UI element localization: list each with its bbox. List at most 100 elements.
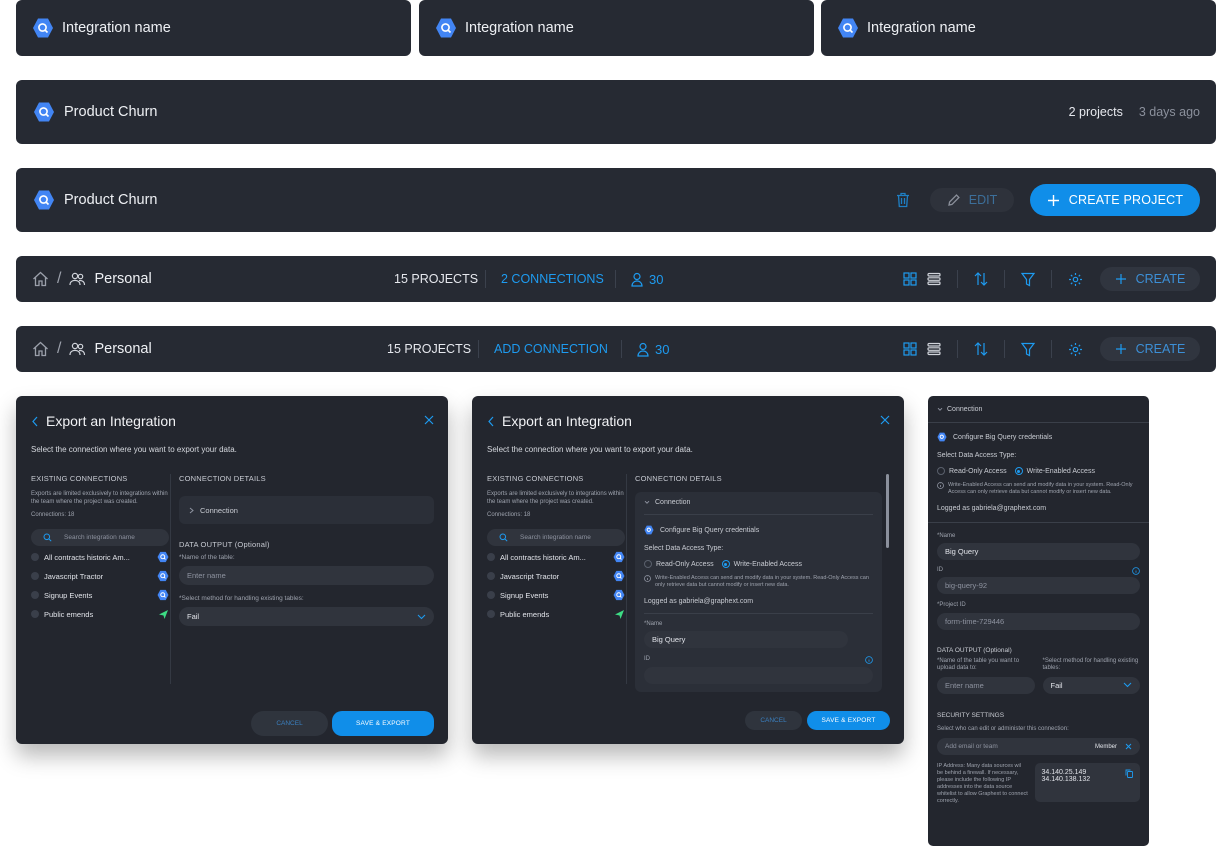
radio[interactable]	[31, 553, 39, 561]
grid-view-icon[interactable]	[903, 272, 917, 286]
members-number: 30	[655, 341, 670, 357]
divider	[928, 521, 1149, 523]
save-export-button[interactable]: SAVE & EXPORT	[807, 711, 890, 730]
radio[interactable]	[487, 572, 495, 580]
read-only-radio[interactable]	[937, 467, 945, 475]
radio[interactable]	[31, 610, 39, 618]
send-icon	[614, 609, 625, 620]
projects-count[interactable]: 15 PROJECTS	[394, 272, 478, 286]
connection-item[interactable]: Javascript Tractor	[31, 567, 169, 586]
integration-tile[interactable]: Integration name	[419, 0, 814, 56]
divider	[478, 340, 479, 358]
connection-item[interactable]: Public emends	[31, 605, 169, 624]
members-number: 30	[649, 271, 664, 287]
method-select[interactable]: Fail	[1042, 676, 1140, 694]
id-input[interactable]: big-query-92	[937, 577, 1140, 595]
project-title: Product Churn	[64, 104, 158, 120]
create-button[interactable]: CREATE	[1100, 267, 1200, 291]
info-icon[interactable]	[1132, 567, 1140, 576]
dialog-subtitle: Select the connection where you want to …	[487, 445, 693, 454]
id-input[interactable]	[644, 667, 873, 685]
grid-view-icon[interactable]	[903, 342, 917, 356]
filter-icon[interactable]	[1021, 342, 1035, 357]
close-icon[interactable]	[880, 415, 890, 425]
connection-accordion[interactable]: Connection	[937, 396, 1140, 422]
name-input[interactable]: Big Query	[644, 631, 848, 649]
table-name-input[interactable]: Enter name	[179, 566, 434, 586]
create-project-label: CREATE PROJECT	[1068, 193, 1184, 207]
connections-link[interactable]: 2 CONNECTIONS	[501, 272, 604, 286]
write-enabled-radio[interactable]	[721, 560, 730, 568]
chevron-down-icon	[644, 500, 650, 505]
connection-item[interactable]: Public emends	[487, 605, 625, 624]
breadcrumb-personal[interactable]: Personal	[94, 271, 151, 287]
connection-item[interactable]: All contracts historic Am...	[31, 548, 169, 567]
scrollbar[interactable]	[886, 474, 889, 548]
project-id-input[interactable]: form-time-729446	[937, 612, 1140, 630]
create-project-button[interactable]: CREATE PROJECT	[1030, 184, 1200, 216]
members-count[interactable]: 30	[637, 342, 669, 357]
email-input[interactable]: Add email or team Member	[937, 738, 1140, 756]
search-icon	[499, 533, 508, 542]
read-only-radio[interactable]	[644, 560, 652, 568]
copy-icon[interactable]	[1125, 769, 1133, 779]
chevron-down-icon	[1123, 682, 1132, 688]
trash-icon[interactable]	[896, 192, 910, 208]
gear-icon[interactable]	[1068, 342, 1083, 357]
sort-icon[interactable]	[974, 271, 988, 287]
integration-tile[interactable]: Integration name	[821, 0, 1216, 56]
method-select[interactable]: Fail	[179, 607, 434, 627]
table-name-input[interactable]: Enter name	[937, 676, 1035, 694]
project-id-value: form-time-729446	[945, 616, 1005, 626]
radio[interactable]	[31, 591, 39, 599]
connection-item[interactable]: All contracts historic Am...	[487, 548, 625, 567]
radio[interactable]	[487, 553, 495, 561]
breadcrumb-personal[interactable]: Personal	[94, 341, 151, 357]
search-input[interactable]: Search integration name	[487, 528, 625, 546]
info-icon	[937, 482, 944, 489]
save-export-button[interactable]: SAVE & EXPORT	[332, 711, 434, 736]
chevron-left-icon[interactable]	[31, 416, 39, 427]
name-input[interactable]: Big Query	[937, 543, 1140, 561]
radio[interactable]	[487, 610, 495, 618]
integration-tile[interactable]: Integration name	[16, 0, 411, 56]
search-input[interactable]: Search integration name	[31, 528, 169, 546]
access-note: Write-Enabled Access can send and modify…	[655, 575, 869, 588]
home-icon[interactable]	[32, 341, 49, 357]
close-icon[interactable]	[1125, 743, 1132, 750]
info-icon[interactable]	[865, 656, 873, 665]
divider	[644, 514, 873, 515]
security-note: Select who can edit or administer this c…	[937, 725, 1069, 732]
radio[interactable]	[31, 572, 39, 580]
list-view-icon[interactable]	[927, 272, 941, 286]
projects-count[interactable]: 15 PROJECTS	[387, 342, 471, 356]
add-connection-link[interactable]: ADD CONNECTION	[494, 342, 608, 356]
gear-icon[interactable]	[1068, 272, 1083, 287]
connection-accordion[interactable]: Connection	[644, 499, 873, 506]
access-note: Write-Enabled Access can send and modify…	[948, 482, 1133, 495]
sort-icon[interactable]	[974, 341, 988, 357]
radio[interactable]	[487, 591, 495, 599]
write-enabled-label: Write-Enabled Access	[1026, 467, 1095, 475]
connection-accordion[interactable]: Connection	[179, 496, 434, 524]
cancel-button[interactable]: CANCEL	[745, 711, 802, 730]
chevron-left-icon[interactable]	[487, 416, 495, 427]
edit-button[interactable]: EDIT	[930, 188, 1014, 212]
home-icon[interactable]	[32, 271, 49, 287]
team-icon	[69, 271, 86, 287]
connection-name: Javascript Tractor	[500, 571, 560, 581]
connection-item[interactable]: Javascript Tractor	[487, 567, 625, 586]
filter-icon[interactable]	[1021, 272, 1035, 287]
bigquery-icon	[33, 101, 55, 123]
list-view-icon[interactable]	[927, 342, 941, 356]
cancel-button[interactable]: CANCEL	[251, 711, 328, 736]
role-select[interactable]: Member	[1095, 743, 1132, 750]
table-placeholder: Enter name	[945, 680, 984, 690]
project-row[interactable]: Product Churn 2 projects 3 days ago	[16, 80, 1216, 144]
connection-item[interactable]: Signup Events	[487, 586, 625, 605]
connection-item[interactable]: Signup Events	[31, 586, 169, 605]
close-icon[interactable]	[424, 415, 434, 425]
members-count[interactable]: 30	[631, 272, 663, 287]
write-enabled-radio[interactable]	[1014, 467, 1023, 475]
create-button[interactable]: CREATE	[1100, 337, 1200, 361]
